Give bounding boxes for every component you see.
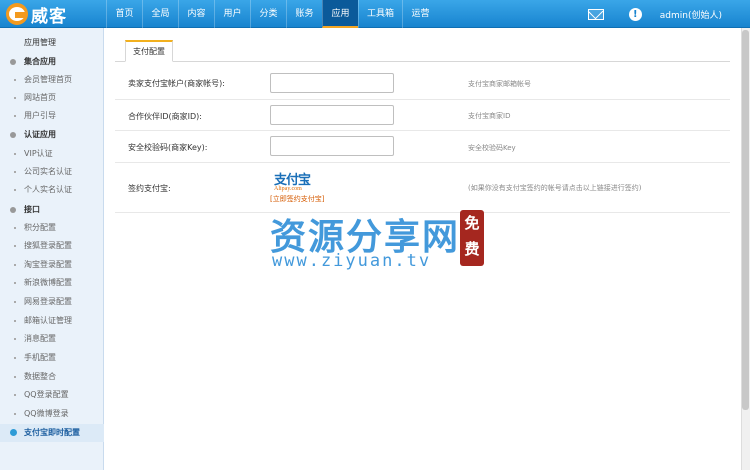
bullet-icon [10,132,16,138]
form-row: 合作伙伴ID(商家ID): 支付宝商家ID [115,100,730,131]
nav-operations[interactable]: 运营 [402,0,438,28]
header-actions: ! admin(创始人) [587,0,750,28]
top-bar: 威客 首页 全局 内容 用户 分类 账务 应用 工具箱 运营 ! admin(创… [0,0,750,28]
alipay-logo[interactable]: 支付宝 Alipay.com [274,169,328,192]
tab-payment-config[interactable]: 支付配置 [125,40,173,62]
user-name[interactable]: admin(创始人) [660,8,722,21]
watermark-seal-text: 免费 [464,214,480,258]
sidebar-item-mobile[interactable]: 手机配置 [0,349,104,367]
sidebar-item-message[interactable]: 消息配置 [0,330,104,348]
form-row: 安全校验码(商家Key): 安全校验码Key [115,131,730,163]
sidebar-item-alipay[interactable]: 支付宝即时配置 [0,424,104,442]
sidebar-item-member-home[interactable]: 会员管理首页 [0,71,104,89]
sidebar-item-qq-login[interactable]: QQ登录配置 [0,386,104,404]
partner-id-label: 合作伙伴ID(商家ID): [128,112,202,121]
sidebar-item-personal-auth[interactable]: 个人实名认证 [0,181,104,199]
security-key-label: 安全校验码(商家Key): [128,143,208,152]
main-nav: 首页 全局 内容 用户 分类 账务 应用 工具箱 运营 [106,0,438,28]
watermark-seal: 免费 [460,210,484,266]
logo[interactable]: 威客 [6,3,101,27]
mail-icon[interactable] [587,8,604,20]
sidebar-item-points[interactable]: 积分配置 [0,219,104,237]
nav-accounts[interactable]: 账务 [286,0,322,28]
sign-alipay-label: 签约支付宝: [128,184,171,193]
sidebar: 应用管理 集合应用 会员管理首页 网站首页 用户引导 认证应用 VIP认证 公司… [0,28,104,470]
security-key-hint: 安全校验码Key [468,144,516,152]
seller-account-hint: 支付宝商家邮箱帐号 [468,80,531,88]
info-icon[interactable]: ! [628,7,642,21]
logo-text: 威客 [31,6,67,27]
form-row: 卖家支付宝帐户(商家帐号): 支付宝商家邮箱帐号 [115,66,730,100]
nav-toolbox[interactable]: 工具箱 [358,0,402,28]
sign-alipay-hint: (如果你没有支付宝签约的帐号请点击以上链接进行签约) [468,184,642,192]
sidebar-item-sohu-login[interactable]: 搜狐登录配置 [0,237,104,255]
sign-alipay-link[interactable]: [立即签约支付宝] [270,194,324,204]
security-key-input[interactable] [270,136,394,156]
sidebar-item-vip-auth[interactable]: VIP认证 [0,145,104,163]
partner-id-hint: 支付宝商家ID [468,112,511,120]
nav-global[interactable]: 全局 [142,0,178,28]
sidebar-group-auth[interactable]: 认证应用 [0,126,104,144]
nav-home[interactable]: 首页 [106,0,142,28]
tab-bar: 支付配置 [115,40,730,62]
partner-id-input[interactable] [270,105,394,125]
watermark-url: www.ziyuan.tv [272,251,432,271]
nav-content[interactable]: 内容 [178,0,214,28]
sidebar-group-interface[interactable]: 接口 [0,201,104,219]
nav-apps[interactable]: 应用 [322,0,358,28]
sidebar-item-data-merge[interactable]: 数据整合 [0,368,104,386]
sidebar-item-email-auth[interactable]: 邮箱认证管理 [0,312,104,330]
nav-category[interactable]: 分类 [250,0,286,28]
seller-account-input[interactable] [270,73,394,93]
sidebar-group-collection[interactable]: 集合应用 [0,53,104,71]
sidebar-item-company-auth[interactable]: 公司实名认证 [0,163,104,181]
sidebar-item-netease-login[interactable]: 网易登录配置 [0,293,104,311]
logo-icon [6,3,28,25]
sidebar-item-sina-weibo[interactable]: 新浪微博配置 [0,274,104,292]
sidebar-item-taobao-login[interactable]: 淘宝登录配置 [0,256,104,274]
sidebar-item-qq-weibo[interactable]: QQ微博登录 [0,405,104,423]
sidebar-item-user-guide[interactable]: 用户引导 [0,107,104,125]
seller-account-label: 卖家支付宝帐户(商家帐号): [128,79,225,88]
sidebar-item-site-home[interactable]: 网站首页 [0,89,104,107]
nav-users[interactable]: 用户 [214,0,250,28]
sidebar-title: 应用管理 [24,38,56,47]
bullet-icon [10,207,16,213]
scrollbar-thumb[interactable] [742,30,749,410]
alipay-logo-sub: Alipay.com [274,186,302,192]
bullet-icon [10,59,16,65]
form-row: 签约支付宝: 支付宝 Alipay.com [立即签约支付宝] (如果你没有支付… [115,163,730,213]
